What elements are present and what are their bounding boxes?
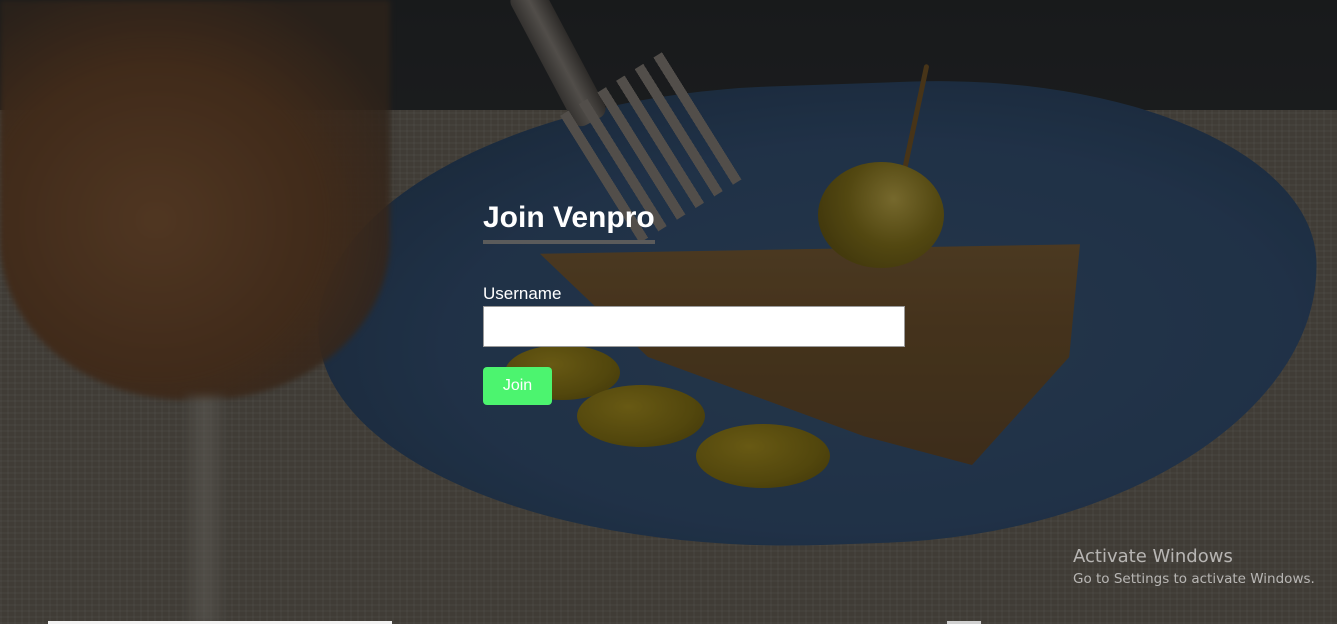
username-label: Username [483,284,562,303]
page-background: Join Venpro Username Join Activate Windo… [0,0,1337,624]
watermark-subtitle: Go to Settings to activate Windows. [1073,571,1315,587]
windows-activation-watermark: Activate Windows Go to Settings to activ… [1073,546,1315,588]
join-button[interactable]: Join [483,367,552,405]
username-input[interactable] [483,306,905,347]
form-title: Join Venpro [483,198,655,244]
join-form: Join Venpro Username Join [483,198,905,405]
watermark-title: Activate Windows [1073,546,1233,567]
